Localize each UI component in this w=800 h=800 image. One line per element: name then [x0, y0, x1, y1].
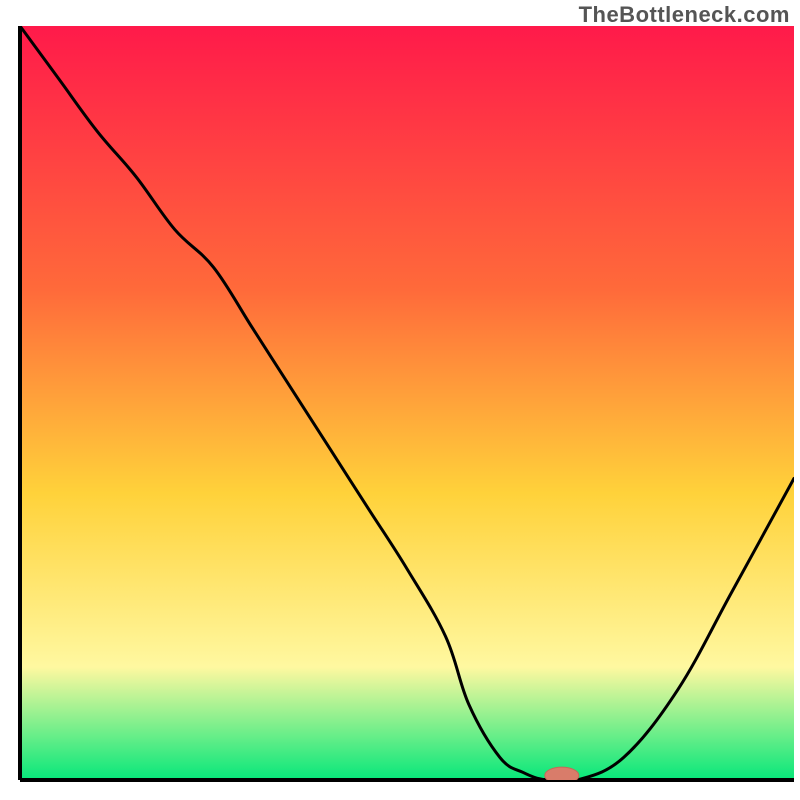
- bottleneck-chart: [0, 0, 800, 800]
- watermark-text: TheBottleneck.com: [579, 2, 790, 28]
- gradient-background: [20, 26, 794, 780]
- chart-container: { "watermark": "TheBottleneck.com", "col…: [0, 0, 800, 800]
